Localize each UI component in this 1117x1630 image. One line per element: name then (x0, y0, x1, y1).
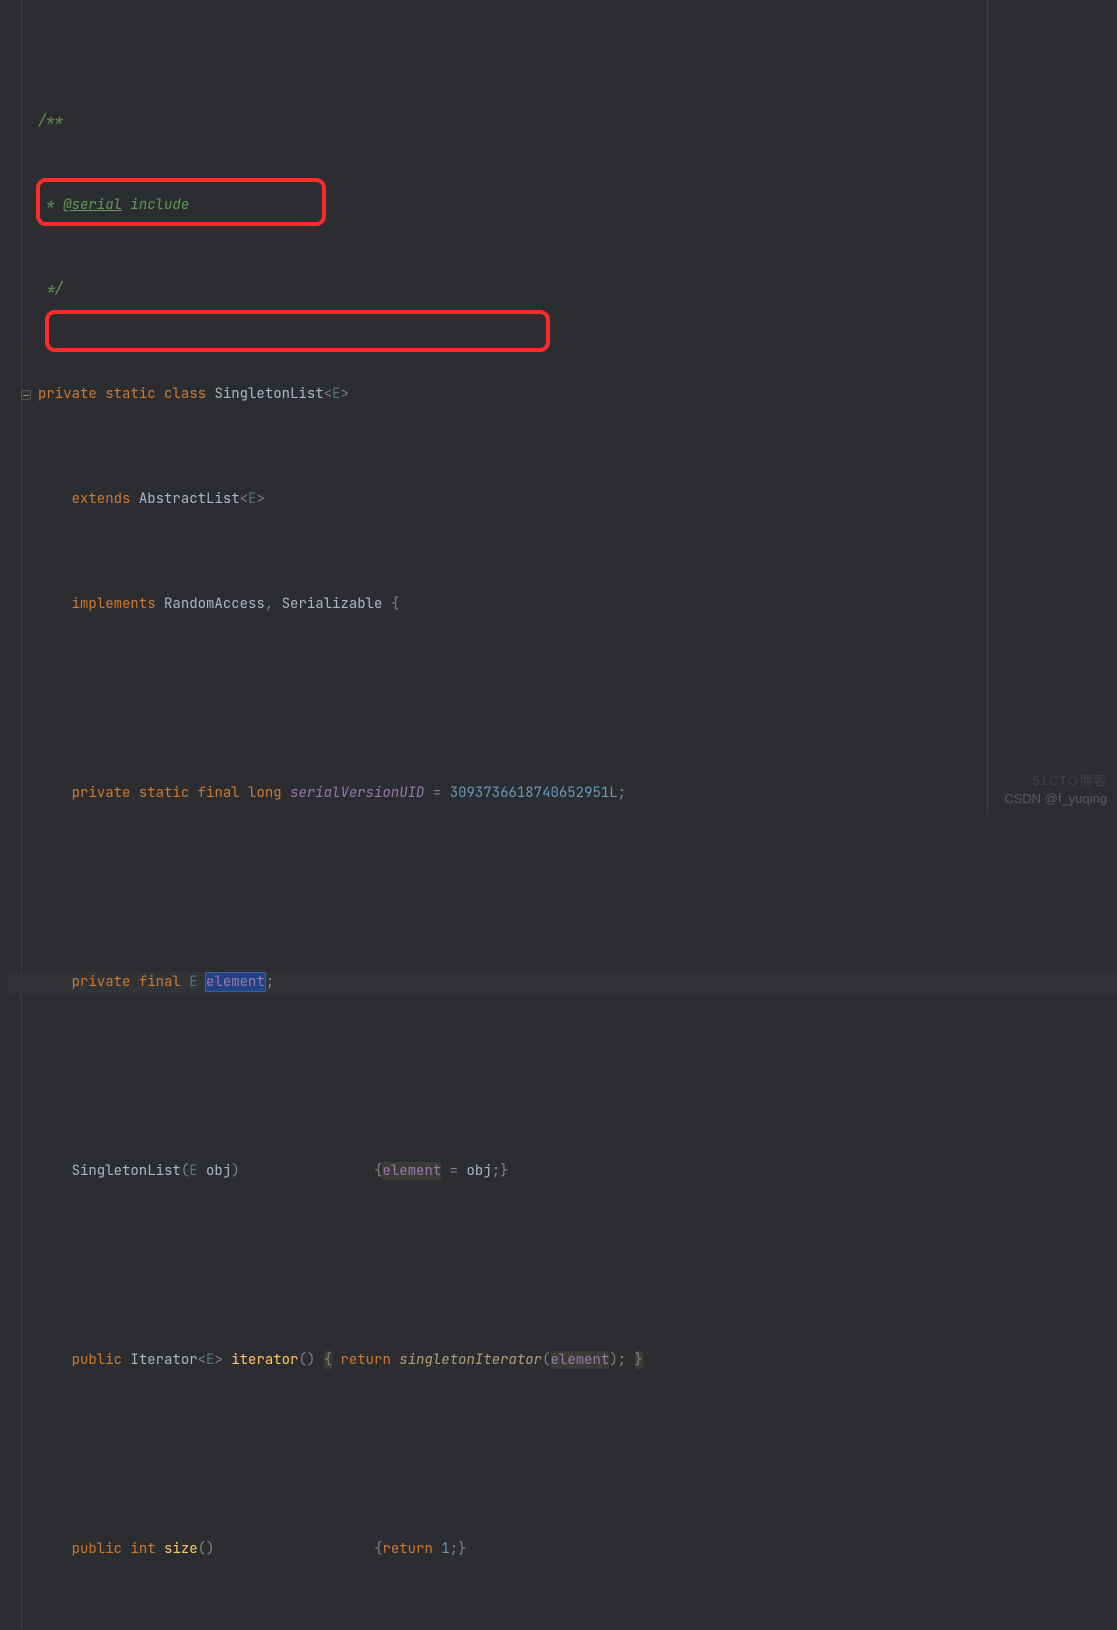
code-line-current: private final E element; (8, 972, 1117, 993)
code-line: */ (8, 279, 1117, 300)
code-line (8, 1623, 1117, 1630)
code-line (8, 1245, 1117, 1266)
code-line: public int size() {return 1;} (8, 1539, 1117, 1560)
code-line: SingletonList(E obj) {element = obj;} (8, 1161, 1117, 1182)
code-line: implements RandomAccess, Serializable { (8, 594, 1117, 615)
selected-text: element (206, 973, 265, 991)
code-line: * @serial include (8, 195, 1117, 216)
code-line (8, 1056, 1117, 1077)
code-line (8, 1434, 1117, 1455)
code-line: public Iterator<E> iterator() { return s… (8, 1350, 1117, 1371)
code-editor[interactable]: /** * @serial include */ private static … (0, 0, 1117, 1630)
gutter (0, 0, 22, 1630)
right-gutter (987, 0, 1117, 815)
code-line: /** (8, 111, 1117, 132)
code-line: extends AbstractList<E> (8, 489, 1117, 510)
code-line: private static final long serialVersionU… (8, 783, 1117, 804)
fold-icon[interactable] (21, 390, 31, 400)
code-line: private static class SingletonList<E> (8, 384, 1117, 405)
code-line (8, 867, 1117, 888)
code-line (8, 678, 1117, 699)
